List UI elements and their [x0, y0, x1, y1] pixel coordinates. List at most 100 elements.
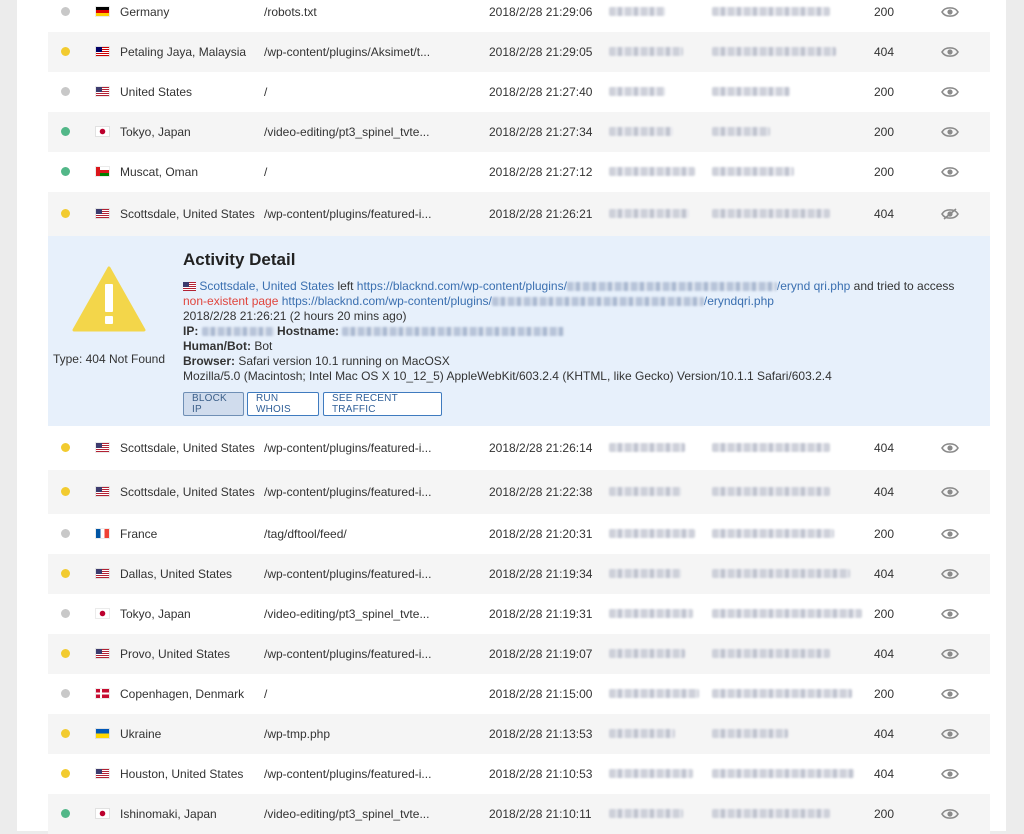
eye-icon[interactable]: [941, 768, 959, 780]
status-code: 404: [874, 647, 895, 661]
us-flag-icon: [96, 87, 109, 96]
eye-icon[interactable]: [941, 126, 959, 138]
redacted-ip: [201, 327, 274, 337]
table-row[interactable]: Germany/robots.txt 2018/2/28 21:29:06 200: [48, 0, 990, 32]
my-flag-icon: [96, 47, 109, 56]
us-flag-icon: [96, 649, 109, 658]
activity-timestamp: 2018/2/28 21:26:21 (2 hours 20 mins ago): [183, 309, 407, 323]
traffic-table: Germany/robots.txt 2018/2/28 21:29:06 200 …: [48, 0, 990, 834]
path-cell: /: [264, 687, 268, 701]
redacted-ip: [609, 7, 665, 16]
time-cell: 2018/2/28 21:27:34: [489, 125, 593, 139]
browser-value: Safari version 10.1 running on MacOSX: [238, 354, 450, 368]
time-cell: 2018/2/28 21:26:21: [489, 207, 593, 221]
status-code: 404: [874, 441, 895, 455]
block-ip-button[interactable]: BLOCK IP: [183, 392, 244, 416]
redacted-hostname: [712, 443, 830, 452]
eye-icon[interactable]: [941, 442, 959, 454]
status-code: 404: [874, 767, 895, 781]
human-bot-label: Human/Bot:: [183, 339, 251, 353]
location-cell: Petaling Jaya, Malaysia: [120, 44, 247, 59]
us-flag-icon: [96, 569, 109, 578]
redacted-ip: [609, 609, 693, 618]
eye-icon[interactable]: [941, 728, 959, 740]
browser-line: Browser: Safari version 10.1 running on …: [183, 354, 450, 369]
time-cell: 2018/2/28 21:19:07: [489, 647, 593, 661]
time-cell: 2018/2/28 21:10:53: [489, 767, 593, 781]
referrer-link[interactable]: https://blacknd.com/wp-content/plugins/ /…: [357, 279, 851, 293]
table-row[interactable]: Scottsdale, United States/wp-content/plu…: [48, 192, 990, 236]
table-row[interactable]: Ukraine/wp-tmp.php 2018/2/28 21:13:53 404: [48, 714, 990, 754]
us-flag-icon: [96, 209, 109, 218]
time-cell: 2018/2/28 21:15:00: [489, 687, 593, 701]
eye-icon[interactable]: [941, 6, 959, 18]
eye-icon[interactable]: [941, 688, 959, 700]
table-row[interactable]: Scottsdale, United States/wp-content/plu…: [48, 470, 990, 514]
eye-icon[interactable]: [941, 528, 959, 540]
table-row[interactable]: Muscat, Oman / 2018/2/28 21:27:12 200: [48, 152, 990, 192]
eye-slash-icon[interactable]: [941, 208, 959, 220]
eye-icon[interactable]: [941, 808, 959, 820]
table-row[interactable]: Tokyo, Japan/video-editing/pt3_spinel_tv…: [48, 594, 990, 634]
activity-summary-line-1: Scottsdale, United States left https://b…: [183, 279, 954, 294]
fr-flag-icon: [96, 529, 109, 538]
table-row[interactable]: Copenhagen, Denmark / 2018/2/28 21:15:00 20…: [48, 674, 990, 714]
human-bot-value: Bot: [254, 339, 273, 353]
time-cell: 2018/2/28 21:19:34: [489, 567, 593, 581]
eye-icon[interactable]: [941, 46, 959, 58]
eye-icon[interactable]: [941, 608, 959, 620]
table-row[interactable]: Petaling Jaya, Malaysia/wp-content/plugi…: [48, 32, 990, 72]
path-cell: /video-editing/pt3_spinel_tvte...: [264, 607, 430, 621]
eye-icon[interactable]: [941, 648, 959, 660]
us-flag-icon: [183, 282, 196, 292]
redacted-hostname: [712, 649, 830, 658]
table-row[interactable]: Houston, United States/wp-content/plugin…: [48, 754, 990, 794]
path-cell: /wp-content/plugins/Aksimet/t...: [264, 45, 431, 59]
run-whois-button[interactable]: RUN WHOIS: [247, 392, 319, 416]
status-code: 404: [874, 727, 895, 741]
target-link[interactable]: https://blacknd.com/wp-content/plugins/ /…: [282, 294, 774, 308]
status-dot: [61, 47, 70, 56]
eye-icon[interactable]: [941, 86, 959, 98]
table-row[interactable]: Provo, United States/wp-content/plugins/…: [48, 634, 990, 674]
redacted-path: [491, 297, 704, 307]
tried-text: and tried to access: [853, 279, 955, 293]
eye-icon[interactable]: [941, 568, 959, 580]
redacted-hostname: [712, 87, 790, 96]
activity-summary-line-2: non-existent page https://blacknd.com/wp…: [183, 294, 774, 309]
location-cell: Copenhagen, Denmark: [120, 686, 245, 701]
location-cell: United States: [120, 84, 193, 99]
path-cell: /video-editing/pt3_spinel_tvte...: [264, 125, 430, 139]
table-row[interactable]: Tokyo, Japan/video-editing/pt3_spinel_tv…: [48, 112, 990, 152]
time-cell: 2018/2/28 21:19:31: [489, 607, 593, 621]
target-url-suffix: /eryndqri.php: [703, 294, 774, 308]
status-dot: [61, 443, 70, 452]
time-cell: 2018/2/28 21:27:12: [489, 165, 593, 179]
table-row[interactable]: Ishinomaki, Japan/video-editing/pt3_spin…: [48, 794, 990, 834]
location-cell: Muscat, Oman: [120, 164, 199, 179]
see-recent-traffic-button[interactable]: SEE RECENT TRAFFIC: [323, 392, 442, 416]
jp-flag-icon: [96, 809, 109, 818]
redacted-ip: [609, 809, 683, 818]
location-cell: Scottsdale, United States: [120, 484, 255, 499]
redacted-hostname: [712, 7, 830, 16]
redacted-hostname: [712, 167, 794, 176]
redacted-ip: [609, 649, 685, 658]
status-code: 404: [874, 45, 895, 59]
table-row[interactable]: United States / 2018/2/28 21:27:40 200: [48, 72, 990, 112]
redacted-hostname: [712, 769, 854, 778]
table-row[interactable]: France/tag/dftool/feed/2018/2/28 21:20:3…: [48, 514, 990, 554]
location-link[interactable]: Scottsdale, United States: [199, 279, 334, 293]
table-row[interactable]: Dallas, United States/wp-content/plugins…: [48, 554, 990, 594]
location-cell: Ukraine: [120, 726, 162, 741]
left-text: left: [337, 279, 354, 293]
table-row[interactable]: Scottsdale, United States/wp-content/plu…: [48, 426, 990, 470]
redacted-ip: [609, 729, 675, 738]
status-code: 200: [874, 607, 895, 621]
redacted-ip: [609, 127, 673, 136]
warning-icon: [72, 266, 146, 332]
status-dot: [61, 7, 70, 16]
eye-icon[interactable]: [941, 486, 959, 498]
eye-icon[interactable]: [941, 166, 959, 178]
activity-detail: Type: 404 Not Found Activity Detail Scot…: [48, 236, 990, 426]
